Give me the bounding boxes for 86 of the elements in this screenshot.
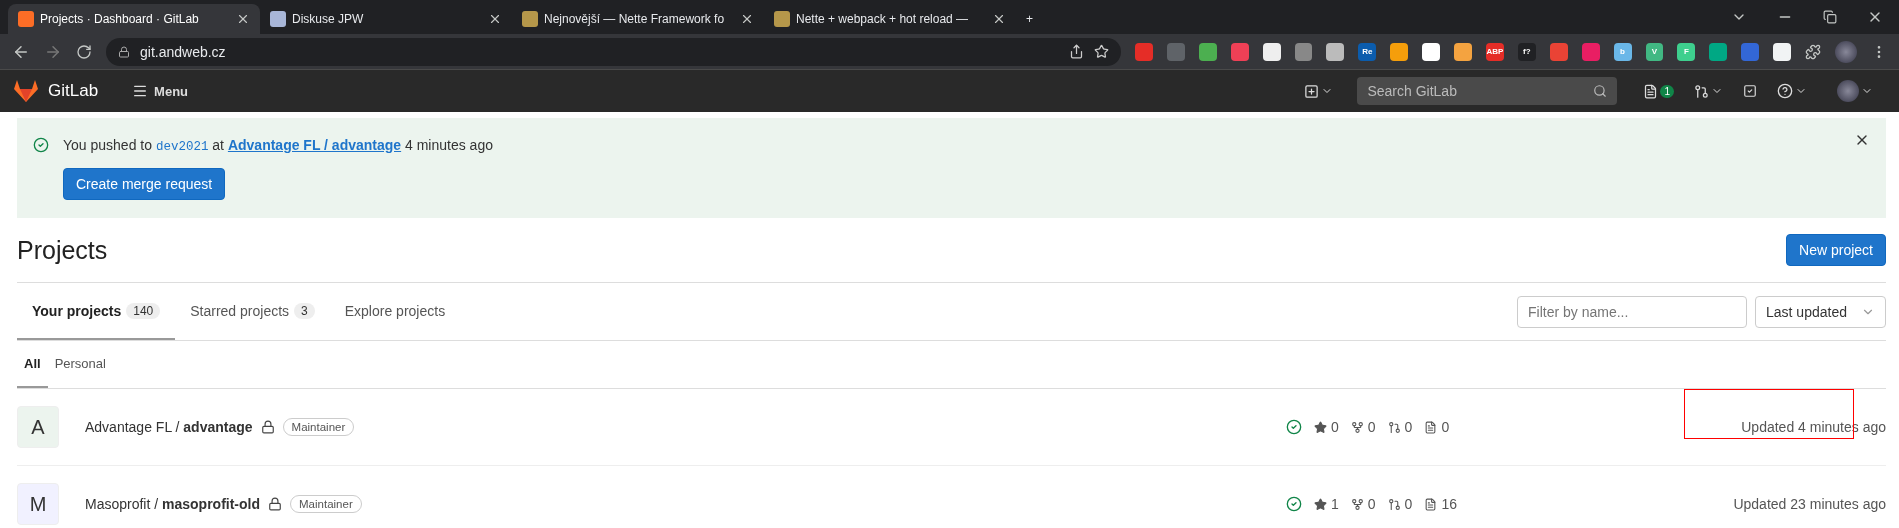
user-menu[interactable] [1837, 80, 1873, 102]
favicon-icon [522, 11, 538, 27]
browser-tab[interactable]: Nejnovější — Nette Framework fo [512, 4, 764, 34]
merge-request-icon [1387, 497, 1401, 511]
star-icon [1314, 420, 1327, 434]
sort-dropdown[interactable]: Last updated [1755, 295, 1886, 328]
extension-icon[interactable] [1390, 42, 1409, 61]
browser-tab[interactable]: Projects · Dashboard · GitLab [8, 4, 260, 34]
project-name[interactable]: Masoprofit / masoprofit-old [85, 496, 261, 512]
projects-tab[interactable]: Your projects 140 [17, 283, 176, 340]
lock-icon [260, 420, 275, 434]
close-icon[interactable] [740, 12, 754, 26]
gitlab-wordmark[interactable]: GitLab [48, 81, 99, 101]
reload-icon[interactable] [76, 43, 92, 60]
extension-icon[interactable]: Re [1358, 42, 1377, 61]
merge-request-icon [1387, 420, 1401, 434]
new-project-button[interactable]: New project [1786, 234, 1886, 266]
extension-icon[interactable] [1454, 42, 1472, 61]
projects-tab[interactable]: Explore projects [329, 283, 461, 340]
filter-tab[interactable]: All [17, 341, 48, 388]
project-avatar[interactable]: A [17, 406, 59, 448]
favicon-icon [774, 11, 790, 27]
star-count: 1 [1331, 496, 1339, 512]
extension-icon[interactable] [1422, 42, 1441, 61]
merge-requests-dropdown[interactable] [1694, 83, 1723, 99]
issue-count: 16 [1441, 496, 1457, 512]
pipeline-passed-icon[interactable] [1286, 496, 1302, 512]
help-dropdown[interactable] [1777, 83, 1807, 99]
count-badge: 3 [294, 302, 315, 319]
issue-icon [1424, 497, 1438, 511]
pipeline-passed-icon[interactable] [1286, 419, 1302, 435]
extension-icon[interactable]: f? [1517, 42, 1536, 61]
close-icon[interactable] [488, 12, 502, 26]
page-title: Projects [17, 235, 108, 265]
lock-icon [268, 497, 283, 511]
star-icon [1314, 497, 1327, 511]
profile-avatar[interactable] [1835, 40, 1857, 63]
fork-count: 0 [1367, 496, 1376, 512]
share-icon[interactable] [1069, 44, 1084, 59]
browser-tab[interactable]: Diskuse JPW [260, 4, 512, 34]
count-badge: 140 [126, 302, 161, 319]
extension-icon[interactable] [1326, 42, 1345, 61]
menu-button[interactable]: Menu [126, 82, 195, 100]
filter-tab[interactable]: Personal [47, 341, 113, 388]
menu-icon [132, 83, 149, 99]
user-avatar [1837, 80, 1859, 102]
issue-count: 0 [1441, 419, 1450, 435]
address-bar[interactable]: git.andweb.cz [106, 37, 1121, 66]
fork-count: 0 [1367, 419, 1376, 435]
close-icon[interactable] [236, 12, 250, 26]
bookmark-star-icon[interactable] [1094, 44, 1109, 59]
extension-icon[interactable] [1262, 42, 1281, 61]
search-field[interactable]: Search GitLab [1357, 77, 1618, 105]
star-count: 0 [1331, 419, 1339, 435]
alert-text: You pushed to dev2021 at Advantage FL / advantage 4 minutes ago [63, 136, 493, 154]
favicon-icon [270, 11, 286, 27]
extension-icon[interactable] [1773, 42, 1792, 61]
browser-tab[interactable]: Nette + webpack + hot reload — [764, 4, 1016, 34]
new-item-dropdown[interactable] [1304, 83, 1334, 99]
merge-request-count: 0 [1404, 496, 1413, 512]
project-name[interactable]: Advantage FL / advantage [85, 419, 253, 435]
fork-icon [1350, 420, 1364, 434]
merge-request-icon [1694, 83, 1709, 99]
search-icon [1593, 84, 1608, 98]
gitlab-logo-icon[interactable] [14, 80, 38, 102]
close-icon[interactable] [992, 12, 1006, 26]
restore-icon[interactable] [1823, 10, 1837, 24]
updated-time: Updated 23 minutes ago [1733, 496, 1886, 512]
todo-icon[interactable] [1743, 84, 1757, 98]
lock-icon [118, 45, 130, 58]
projects-tab[interactable]: Starred projects 3 [175, 283, 330, 340]
issues-link[interactable]: 1 [1643, 83, 1674, 99]
extension-icon[interactable]: ABP [1485, 42, 1504, 61]
issue-icon [1424, 420, 1438, 434]
project-link[interactable]: Advantage FL / advantage [227, 136, 402, 153]
new-tab-button[interactable]: + [1016, 4, 1046, 34]
help-icon [1777, 83, 1793, 99]
puzzle-icon[interactable] [1805, 43, 1822, 60]
success-icon [33, 137, 49, 153]
project-avatar[interactable]: M [17, 483, 59, 525]
plus-icon [1304, 83, 1320, 99]
favicon-icon [18, 11, 34, 27]
merge-request-count: 0 [1404, 419, 1413, 435]
filter-field[interactable]: Filter by name... [1517, 295, 1747, 328]
create-merge-request-button[interactable]: Create merge request [63, 167, 226, 200]
fork-icon [1350, 497, 1364, 511]
